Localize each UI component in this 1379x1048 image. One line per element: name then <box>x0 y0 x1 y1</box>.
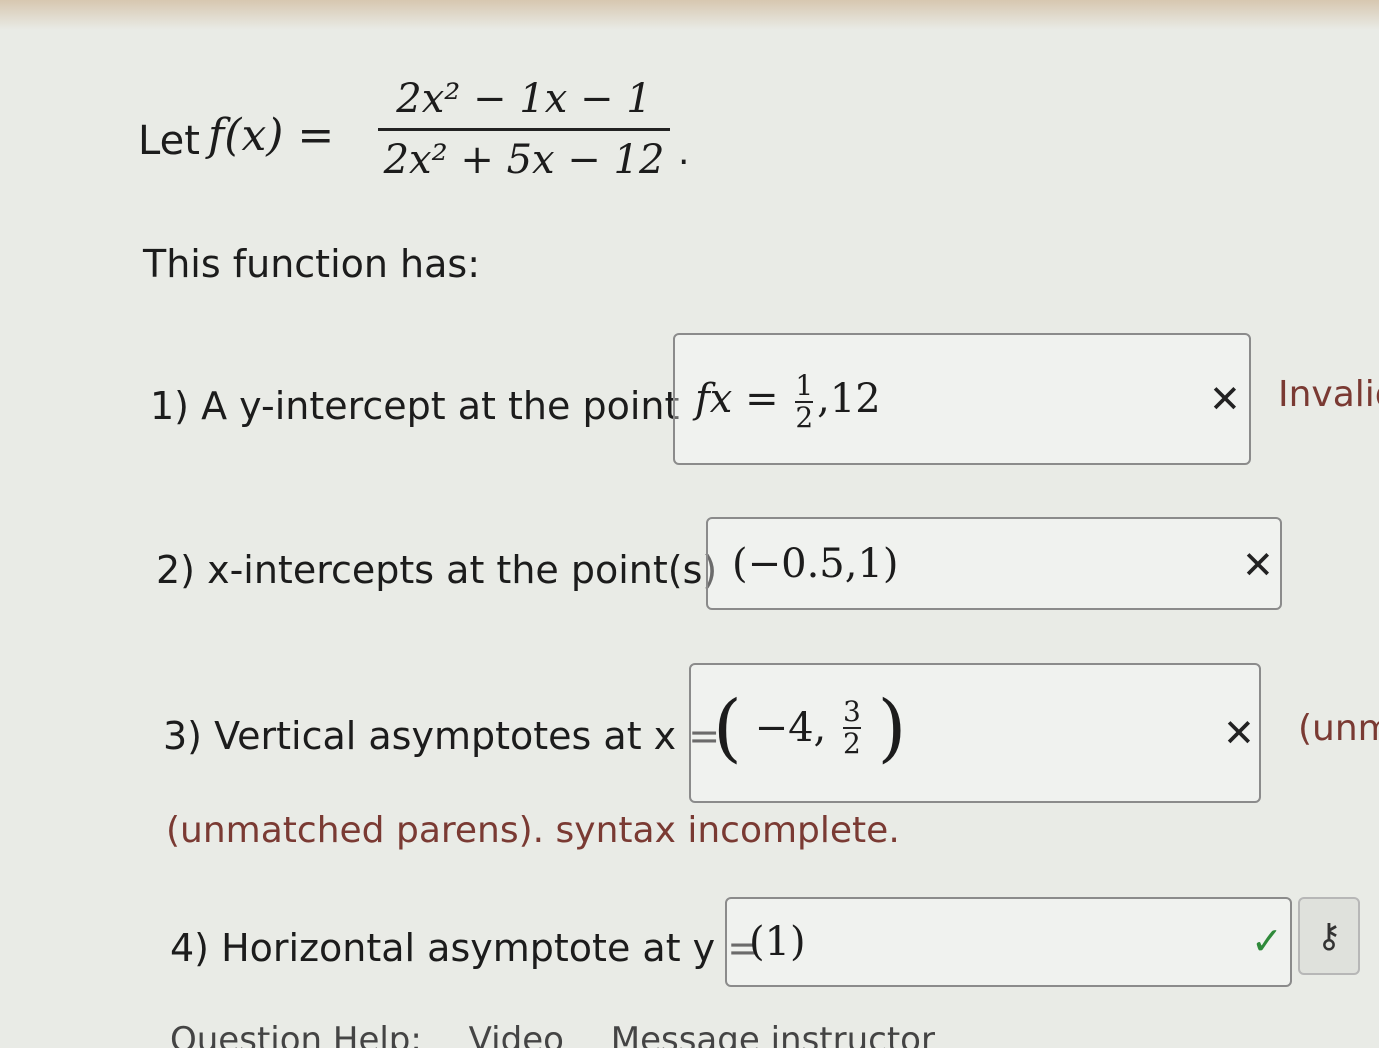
answer-input-2[interactable]: (−0.5,1) ✕ <box>706 517 1282 610</box>
answer-3-frac-den: 2 <box>843 727 861 760</box>
answer-1-value: fx = 1 2 ,12 <box>695 371 881 433</box>
answer-3-lhs: −4, <box>754 705 827 751</box>
answer-3-fraction: 3 2 <box>843 697 861 759</box>
answer-input-1[interactable]: fx = 1 2 ,12 ✕ <box>673 333 1251 465</box>
answer-input-3[interactable]: ( −4, 3 2 ) ✕ <box>689 663 1261 803</box>
message-instructor-link[interactable]: Message instructor <box>611 1020 935 1048</box>
answer-3-open-paren: ( <box>713 685 742 771</box>
incorrect-icon: ✕ <box>1209 377 1241 421</box>
answer-3-value: ( −4, 3 2 ) <box>713 691 906 765</box>
problem-statement: Let f(x) = 2x² − 1x − 1 2x² + 5x − 12 . <box>138 70 738 200</box>
question-3-label: 3) Vertical asymptotes at x = <box>163 714 721 758</box>
incorrect-icon: ✕ <box>1242 543 1274 587</box>
function-name: f(x) = <box>208 110 335 161</box>
video-link[interactable]: Video <box>469 1020 564 1048</box>
answer-input-4[interactable]: (1) ✓ <box>725 897 1292 987</box>
feedback-unmatched-parens: (unmatched parens). syntax incomplete. <box>166 810 900 851</box>
function-numerator: 2x² − 1x − 1 <box>396 76 652 122</box>
question-help-bar: Question Help: Video Message instructor <box>170 1020 971 1048</box>
answer-3-close-paren: ) <box>877 685 907 771</box>
question-1-label: 1) A y-intercept at the point <box>150 384 680 428</box>
function-denominator: 2x² + 5x − 12 <box>383 137 665 183</box>
answer-1-rest: ,12 <box>817 376 881 422</box>
answer-1-frac-num: 1 <box>795 369 814 402</box>
question-help-label: Question Help: <box>170 1020 422 1048</box>
let-label: Let <box>138 118 200 164</box>
function-fraction: 2x² − 1x − 1 2x² + 5x − 12 <box>374 76 674 183</box>
incorrect-icon: ✕ <box>1223 711 1255 755</box>
question-2-label: 2) x-intercepts at the point(s) <box>156 548 718 592</box>
answer-2-value: (−0.5,1) <box>732 541 899 587</box>
key-icon[interactable]: ⚷ <box>1298 897 1360 975</box>
statement-period: . <box>678 132 690 173</box>
correct-check-icon: ✓ <box>1251 919 1283 963</box>
feedback-invalid: Invalid <box>1278 374 1379 415</box>
answer-1-frac-den: 2 <box>795 401 814 434</box>
question-4-label: 4) Horizontal asymptote at y = <box>170 926 760 970</box>
intro-text: This function has: <box>143 242 481 286</box>
top-band <box>0 0 1379 30</box>
answer-1-fraction: 1 2 <box>795 369 814 434</box>
answer-3-frac-num: 3 <box>843 695 861 728</box>
answer-1-lhs: fx = <box>695 376 779 422</box>
feedback-side-truncated: (unm <box>1298 708 1379 749</box>
answer-4-value: (1) <box>749 919 806 965</box>
